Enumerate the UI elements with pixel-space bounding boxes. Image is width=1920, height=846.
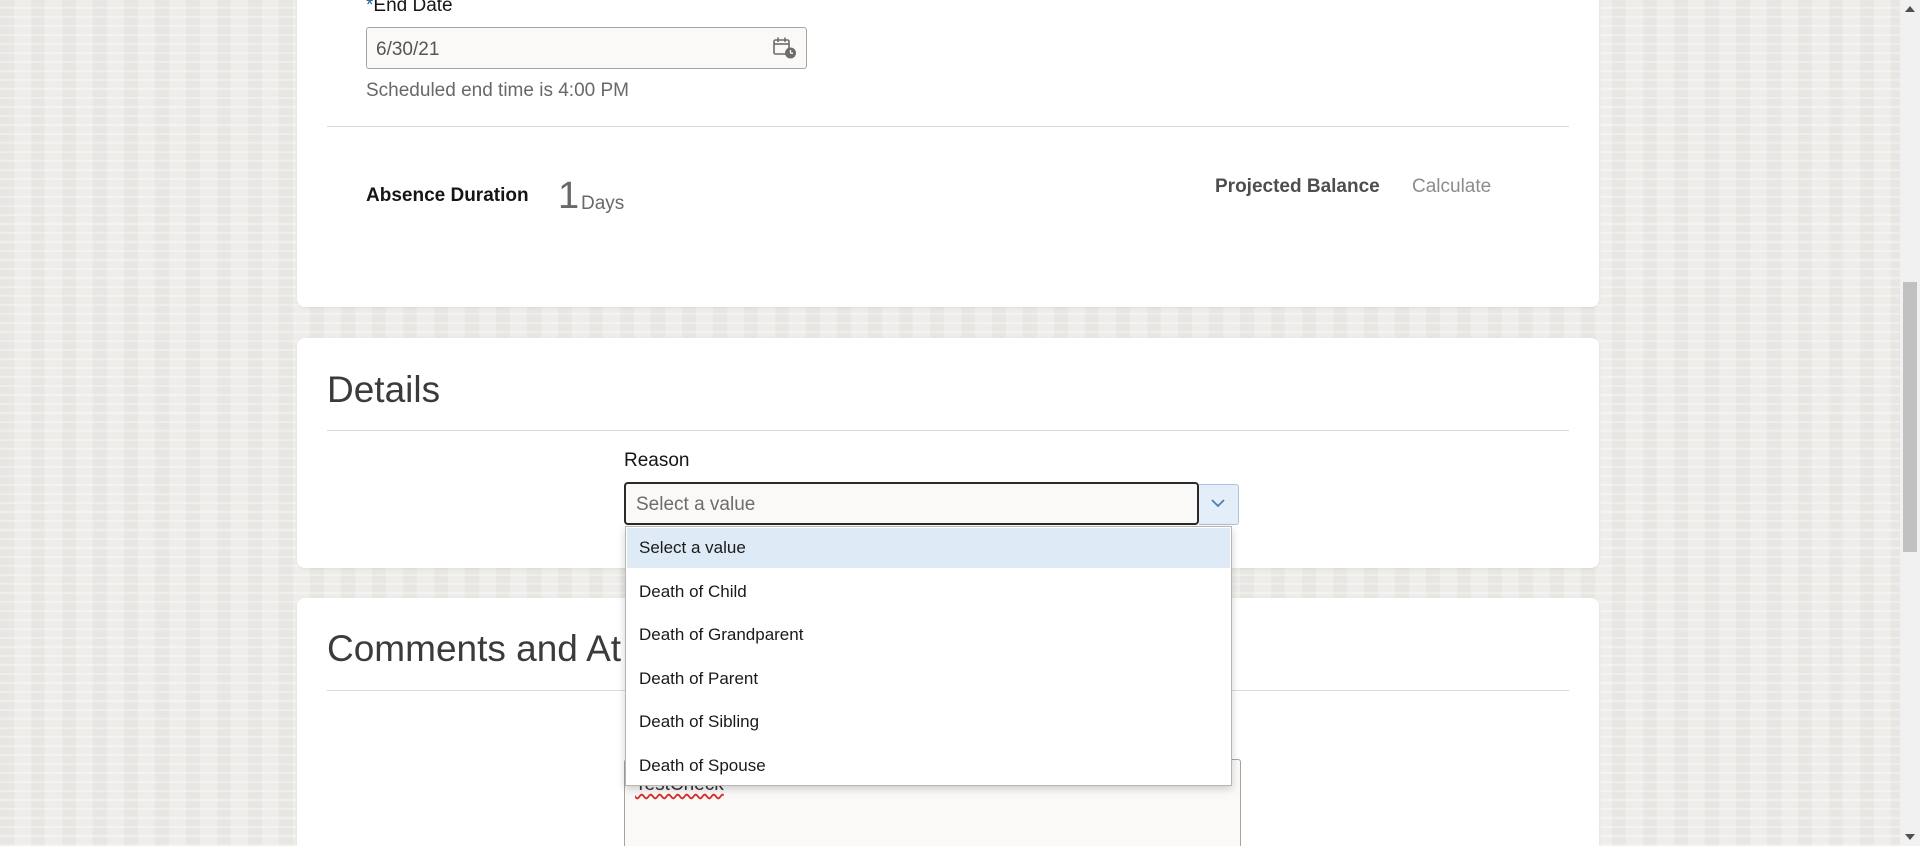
end-date-label: *End Date [366,0,453,17]
details-divider [327,430,1569,431]
reason-option[interactable]: Death of Sibling [627,702,1230,742]
calendar-clock-icon[interactable] [772,36,798,60]
reason-option[interactable]: Select a value [627,528,1230,568]
reason-dropdown-list: Select a value Death of Child Death of G… [625,526,1232,786]
scroll-thumb[interactable] [1903,282,1917,552]
absence-duration-label: Absence Duration [366,185,529,206]
end-date-label-text: End Date [373,0,453,16]
reason-select-toggle[interactable] [1199,484,1239,525]
reason-select-value[interactable]: Select a value [636,494,755,516]
end-time-hint: Scheduled end time is 4:00 PM [366,80,629,101]
chevron-down-icon [1211,499,1225,508]
details-title: Details [327,369,441,410]
reason-option[interactable]: Death of Parent [627,659,1230,699]
end-date-input[interactable]: 6/30/21 [366,27,807,69]
reason-option[interactable]: Death of Child [627,572,1230,612]
reason-option[interactable]: Death of Spouse [627,746,1230,786]
reason-label: Reason [624,450,690,471]
projected-balance-label: Projected Balance [1215,176,1380,197]
calculate-link[interactable]: Calculate [1412,176,1491,198]
comments-title: Comments and At [327,628,622,669]
section-divider [327,126,1569,127]
reason-select[interactable]: Select a value [624,482,1199,525]
scroll-up-icon[interactable] [1905,6,1915,12]
page-scrollbar[interactable] [1900,0,1920,846]
scroll-down-icon[interactable] [1905,834,1915,840]
reason-option[interactable]: Death of Grandparent [627,615,1230,655]
end-date-value[interactable]: 6/30/21 [376,39,439,61]
absence-duration-unit: Days [581,193,625,214]
absence-duration-value: 1 [558,175,580,217]
